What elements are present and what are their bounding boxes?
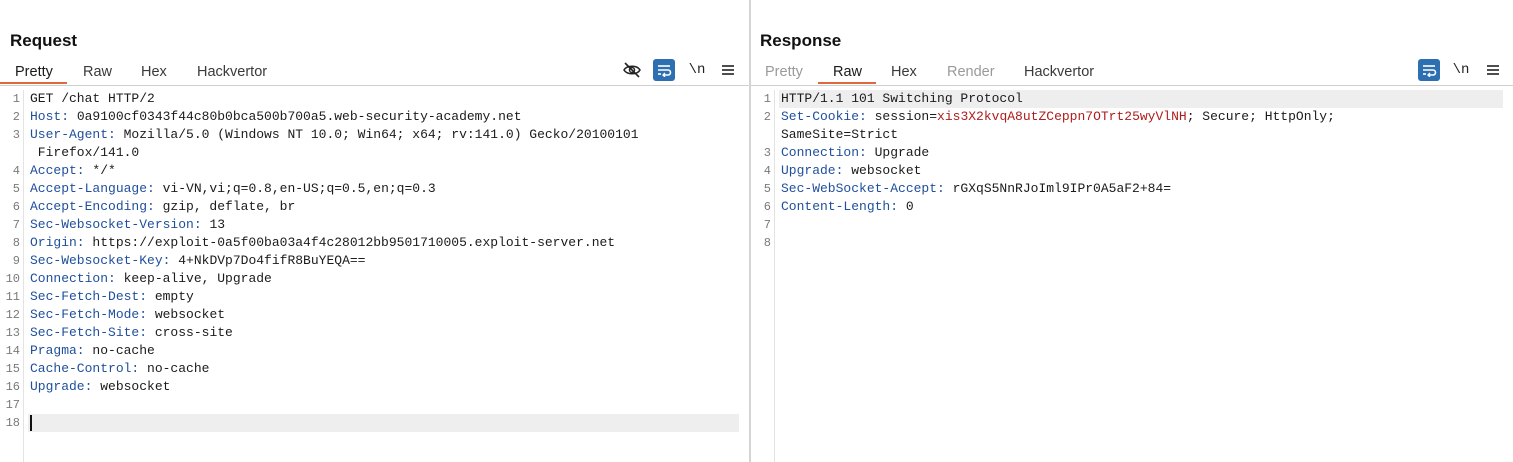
- code-line: 7: [763, 218, 771, 232]
- code-line: 2 Set-Cookie: session=xis3X2kvqA8utZCeppn…: [763, 109, 1335, 124]
- code-line: 5 Accept-Language: vi-VN,vi;q=0.8,en-US;q…: [12, 181, 436, 196]
- eye-slash-icon[interactable]: [621, 59, 643, 81]
- tab-raw[interactable]: Raw: [83, 64, 112, 80]
- code-line: 16 Upgrade: websocket: [5, 379, 171, 394]
- code-line: 8 Origin: https://exploit-0a5f00ba03a4f4c…: [12, 235, 616, 250]
- code-line: 4 Upgrade: websocket: [763, 163, 922, 178]
- response-editor[interactable]: 1 HTTP/1.1 101 Switching Protocol 2 Set-Co…: [751, 90, 1513, 462]
- code-line: SameSite=Strict: [781, 127, 899, 142]
- tab-pretty[interactable]: Pretty: [765, 64, 803, 80]
- code-line: 13 Sec-Fetch-Site: cross-site: [5, 325, 233, 340]
- text-caret: [30, 414, 32, 431]
- tab-hex[interactable]: Hex: [891, 64, 917, 80]
- menu-icon[interactable]: [717, 59, 739, 81]
- tab-pretty[interactable]: Pretty: [15, 64, 53, 80]
- code-line: 7 Sec-Websocket-Version: 13: [12, 217, 226, 232]
- code-line-current: 1 HTTP/1.1 101 Switching Protocol: [763, 91, 1023, 106]
- code-line: 15 Cache-Control: no-cache: [5, 361, 210, 376]
- code-line: 9 Sec-Websocket-Key: 4+NkDVp7Do4fifR8BuYE…: [12, 253, 366, 268]
- code-line: 3 Connection: Upgrade: [763, 145, 930, 160]
- tab-hackvertor[interactable]: Hackvertor: [1024, 64, 1094, 80]
- response-title: Response: [760, 31, 842, 50]
- request-editor[interactable]: 1 GET /chat HTTP/2 2 Host: 0a9100cf0343f44…: [0, 90, 749, 462]
- code-line: 2 Host: 0a9100cf0343f44c80b0bca500b700a5.…: [12, 109, 522, 124]
- tab-render[interactable]: Render: [947, 64, 995, 80]
- tab-hex[interactable]: Hex: [141, 64, 167, 80]
- code-line: 14 Pragma: no-cache: [5, 343, 155, 358]
- code-line: Firefox/141.0: [30, 145, 140, 160]
- code-line: 3 User-Agent: Mozilla/5.0 (Windows NT 10.…: [12, 127, 639, 142]
- code-line: 5 Sec-WebSocket-Accept: rGXqS5NnRJoIml9IP…: [763, 181, 1172, 196]
- code-line: 17: [5, 398, 20, 412]
- code-line: 11 Sec-Fetch-Dest: empty: [5, 289, 194, 304]
- code-line: 6 Accept-Encoding: gzip, deflate, br: [12, 199, 296, 214]
- wrap-icon[interactable]: [653, 59, 675, 81]
- request-title: Request: [10, 31, 78, 50]
- active-tab-indicator: [0, 82, 67, 84]
- code-line: 8: [763, 236, 771, 250]
- tab-hackvertor[interactable]: Hackvertor: [197, 64, 267, 80]
- cookie-value: xis3X2kvqA8utZCeppn7OTrt25wyVlNH: [937, 109, 1187, 124]
- newline-toggle[interactable]: \n: [1450, 59, 1472, 81]
- response-pane: Response Pretty Raw Hex Render Hackverto…: [751, 0, 1513, 462]
- response-tabs: Pretty Raw Hex Render Hackvertor \n: [751, 59, 1513, 86]
- code-line: 10 Connection: keep-alive, Upgrade: [5, 271, 272, 286]
- code-line: 4 Accept: */*: [12, 163, 116, 178]
- code-line-current: 18: [0, 414, 739, 432]
- code-line: 12 Sec-Fetch-Mode: websocket: [5, 307, 226, 322]
- newline-toggle[interactable]: \n: [686, 59, 708, 81]
- active-tab-indicator: [818, 82, 876, 84]
- code-line: 1 GET /chat HTTP/2: [12, 91, 155, 106]
- menu-icon[interactable]: [1482, 59, 1504, 81]
- wrap-icon[interactable]: [1418, 59, 1440, 81]
- request-tabs: Pretty Raw Hex Hackvertor \n: [0, 59, 749, 86]
- tab-raw[interactable]: Raw: [833, 64, 862, 80]
- code-line: 6 Content-Length: 0: [763, 199, 914, 214]
- request-pane: Request Pretty Raw Hex Hackvertor \n 1 GE…: [0, 0, 749, 462]
